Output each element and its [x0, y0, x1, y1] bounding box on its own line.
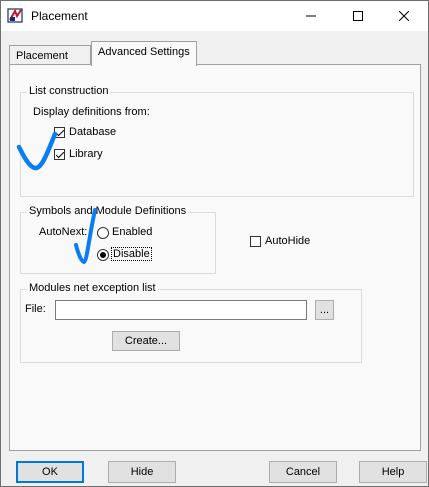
autohide-label[interactable]: AutoHide: [265, 235, 310, 247]
display-definitions-label: Display definitions from:: [33, 106, 150, 118]
database-label[interactable]: Database: [69, 126, 116, 138]
minimize-button[interactable]: [288, 1, 334, 31]
close-icon: [399, 11, 409, 21]
create-button[interactable]: Create...: [112, 331, 180, 351]
symbols-group: Symbols and Module Definitions AutoNext:…: [20, 205, 216, 274]
ok-button[interactable]: OK: [16, 461, 84, 483]
title-bar[interactable]: Placement: [1, 1, 428, 31]
hide-button[interactable]: Hide: [108, 461, 176, 483]
cancel-button[interactable]: Cancel: [269, 461, 337, 483]
autohide-checkbox[interactable]: [250, 236, 261, 247]
list-construction-group: List construction Display definitions fr…: [20, 85, 414, 197]
browse-button[interactable]: ...: [315, 300, 334, 320]
maximize-icon: [353, 11, 363, 21]
close-button[interactable]: [381, 1, 427, 31]
help-button[interactable]: Help: [359, 461, 427, 483]
tab-strip: Placement List Advanced Settings: [9, 41, 421, 82]
autonext-label: AutoNext:: [39, 226, 88, 238]
advanced-settings-panel: List construction Display definitions fr…: [9, 64, 421, 451]
maximize-button[interactable]: [335, 1, 381, 31]
minimize-icon: [306, 15, 316, 17]
placement-app-icon: [7, 7, 25, 25]
symbols-group-title: Symbols and Module Definitions: [27, 205, 189, 217]
library-label[interactable]: Library: [69, 148, 103, 160]
enabled-label[interactable]: Enabled: [112, 226, 152, 238]
disable-radio[interactable]: [97, 249, 109, 261]
library-checkbox[interactable]: [54, 149, 65, 160]
tab-placement-list[interactable]: Placement List: [9, 45, 91, 82]
modules-group-title: Modules net exception list: [27, 282, 158, 294]
window-title: Placement: [31, 9, 88, 23]
file-input[interactable]: [55, 300, 307, 320]
database-checkbox[interactable]: [54, 127, 65, 138]
tab-advanced-settings[interactable]: Advanced Settings: [91, 41, 197, 66]
placement-dialog: Placement Placement List Advanced Settin…: [0, 0, 429, 487]
modules-group: Modules net exception list File: ... Cre…: [20, 282, 362, 363]
disable-label[interactable]: Disable: [111, 247, 152, 261]
enabled-radio[interactable]: [97, 227, 109, 239]
file-label: File:: [25, 303, 46, 315]
list-construction-title: List construction: [27, 85, 111, 97]
